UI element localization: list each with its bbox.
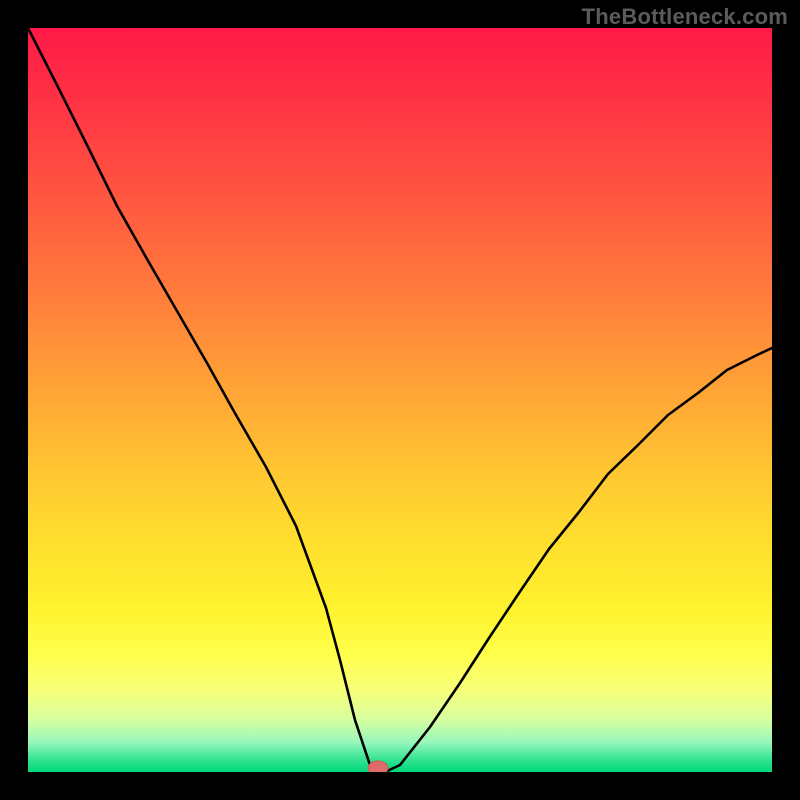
- plot-area: [28, 28, 772, 772]
- curve-path: [28, 28, 772, 772]
- chart-frame: TheBottleneck.com: [0, 0, 800, 800]
- watermark-text: TheBottleneck.com: [582, 4, 788, 30]
- bottleneck-curve: [28, 28, 772, 772]
- optimal-point-marker: [368, 761, 388, 772]
